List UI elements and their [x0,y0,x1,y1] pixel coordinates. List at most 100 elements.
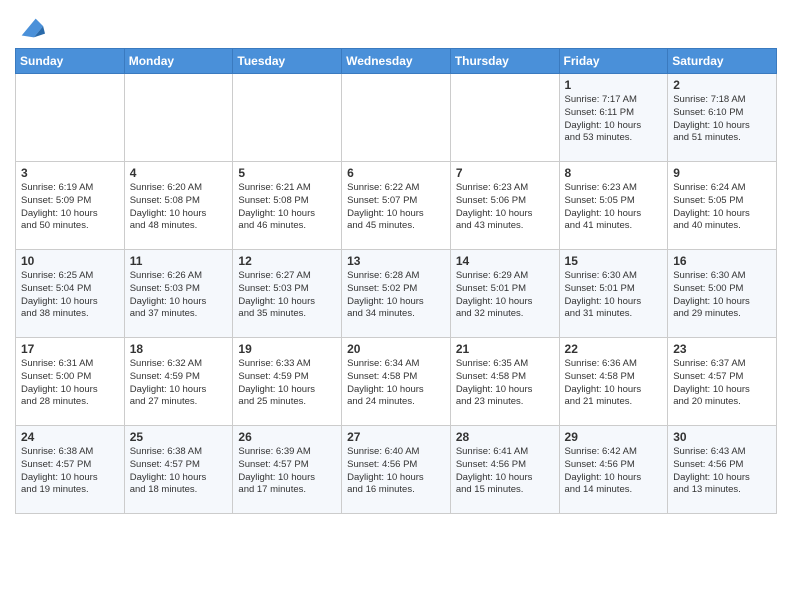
calendar-cell: 8 Sunrise: 6:23 AM Sunset: 5:05 PM Daylig… [559,162,668,250]
day-of-week-header: Saturday [668,49,777,74]
day-number: 9 [673,166,771,180]
day-of-week-header: Thursday [450,49,559,74]
day-info: Sunrise: 6:43 AM Sunset: 4:56 PM Dayligh… [673,446,771,497]
day-info: Sunrise: 6:28 AM Sunset: 5:02 PM Dayligh… [347,270,445,321]
day-info: Sunrise: 6:31 AM Sunset: 5:00 PM Dayligh… [21,358,119,409]
day-info: Sunrise: 6:19 AM Sunset: 5:09 PM Dayligh… [21,182,119,233]
calendar-week-row: 1 Sunrise: 7:17 AM Sunset: 6:11 PM Daylig… [16,74,777,162]
day-number: 15 [565,254,663,268]
calendar-cell: 20Sunrise: 6:34 AM Sunset: 4:58 PM Dayli… [342,338,451,426]
calendar-cell [124,74,233,162]
day-info: Sunrise: 6:23 AM Sunset: 5:06 PM Dayligh… [456,182,554,233]
day-number: 27 [347,430,445,444]
day-info: Sunrise: 6:34 AM Sunset: 4:58 PM Dayligh… [347,358,445,409]
calendar-cell: 28 Sunrise: 6:41 AM Sunset: 4:56 PM Dayli… [450,426,559,514]
calendar-week-row: 3 Sunrise: 6:19 AM Sunset: 5:09 PM Daylig… [16,162,777,250]
calendar-cell: 4Sunrise: 6:20 AM Sunset: 5:08 PM Daylig… [124,162,233,250]
calendar-cell: 18 Sunrise: 6:32 AM Sunset: 4:59 PM Dayli… [124,338,233,426]
day-number: 2 [673,78,771,92]
day-number: 14 [456,254,554,268]
day-number: 16 [673,254,771,268]
day-of-week-header: Sunday [16,49,125,74]
day-info: Sunrise: 7:17 AM Sunset: 6:11 PM Dayligh… [565,94,663,145]
calendar-cell: 5 Sunrise: 6:21 AM Sunset: 5:08 PM Daylig… [233,162,342,250]
calendar-cell: 27Sunrise: 6:40 AM Sunset: 4:56 PM Dayli… [342,426,451,514]
day-number: 4 [130,166,228,180]
day-number: 13 [347,254,445,268]
day-info: Sunrise: 6:29 AM Sunset: 5:01 PM Dayligh… [456,270,554,321]
day-of-week-header: Wednesday [342,49,451,74]
day-info: Sunrise: 6:41 AM Sunset: 4:56 PM Dayligh… [456,446,554,497]
day-info: Sunrise: 6:26 AM Sunset: 5:03 PM Dayligh… [130,270,228,321]
calendar-cell [16,74,125,162]
day-number: 22 [565,342,663,356]
day-number: 28 [456,430,554,444]
day-info: Sunrise: 6:25 AM Sunset: 5:04 PM Dayligh… [21,270,119,321]
calendar-cell: 7 Sunrise: 6:23 AM Sunset: 5:06 PM Daylig… [450,162,559,250]
day-info: Sunrise: 6:36 AM Sunset: 4:58 PM Dayligh… [565,358,663,409]
calendar-cell: 22 Sunrise: 6:36 AM Sunset: 4:58 PM Dayli… [559,338,668,426]
calendar-cell: 13 Sunrise: 6:28 AM Sunset: 5:02 PM Dayli… [342,250,451,338]
day-info: Sunrise: 6:33 AM Sunset: 4:59 PM Dayligh… [238,358,336,409]
day-info: Sunrise: 6:38 AM Sunset: 4:57 PM Dayligh… [21,446,119,497]
day-info: Sunrise: 6:22 AM Sunset: 5:07 PM Dayligh… [347,182,445,233]
calendar-header-row: SundayMondayTuesdayWednesdayThursdayFrid… [16,49,777,74]
day-info: Sunrise: 6:21 AM Sunset: 5:08 PM Dayligh… [238,182,336,233]
calendar-cell: 11 Sunrise: 6:26 AM Sunset: 5:03 PM Dayli… [124,250,233,338]
calendar-cell: 15 Sunrise: 6:30 AM Sunset: 5:01 PM Dayli… [559,250,668,338]
day-info: Sunrise: 6:35 AM Sunset: 4:58 PM Dayligh… [456,358,554,409]
calendar-cell: 3 Sunrise: 6:19 AM Sunset: 5:09 PM Daylig… [16,162,125,250]
day-of-week-header: Tuesday [233,49,342,74]
logo [15,14,45,42]
day-number: 7 [456,166,554,180]
day-number: 1 [565,78,663,92]
calendar-cell: 25 Sunrise: 6:38 AM Sunset: 4:57 PM Dayli… [124,426,233,514]
calendar-cell: 2 Sunrise: 7:18 AM Sunset: 6:10 PM Daylig… [668,74,777,162]
day-number: 5 [238,166,336,180]
calendar-cell: 21 Sunrise: 6:35 AM Sunset: 4:58 PM Dayli… [450,338,559,426]
calendar-cell: 17 Sunrise: 6:31 AM Sunset: 5:00 PM Dayli… [16,338,125,426]
day-of-week-header: Monday [124,49,233,74]
day-number: 25 [130,430,228,444]
calendar-cell: 6 Sunrise: 6:22 AM Sunset: 5:07 PM Daylig… [342,162,451,250]
day-number: 30 [673,430,771,444]
day-number: 11 [130,254,228,268]
day-number: 6 [347,166,445,180]
calendar-cell: 1 Sunrise: 7:17 AM Sunset: 6:11 PM Daylig… [559,74,668,162]
day-info: Sunrise: 6:42 AM Sunset: 4:56 PM Dayligh… [565,446,663,497]
calendar-cell: 19 Sunrise: 6:33 AM Sunset: 4:59 PM Dayli… [233,338,342,426]
page-header [15,10,777,42]
day-number: 29 [565,430,663,444]
calendar-cell: 14 Sunrise: 6:29 AM Sunset: 5:01 PM Dayli… [450,250,559,338]
calendar-cell [450,74,559,162]
day-info: Sunrise: 6:30 AM Sunset: 5:00 PM Dayligh… [673,270,771,321]
day-info: Sunrise: 6:23 AM Sunset: 5:05 PM Dayligh… [565,182,663,233]
calendar-cell [233,74,342,162]
calendar-cell [342,74,451,162]
day-number: 10 [21,254,119,268]
day-info: Sunrise: 6:37 AM Sunset: 4:57 PM Dayligh… [673,358,771,409]
day-info: Sunrise: 6:30 AM Sunset: 5:01 PM Dayligh… [565,270,663,321]
calendar-week-row: 10 Sunrise: 6:25 AM Sunset: 5:04 PM Dayli… [16,250,777,338]
day-number: 17 [21,342,119,356]
day-info: Sunrise: 6:32 AM Sunset: 4:59 PM Dayligh… [130,358,228,409]
day-info: Sunrise: 6:38 AM Sunset: 4:57 PM Dayligh… [130,446,228,497]
day-number: 8 [565,166,663,180]
calendar-cell: 9 Sunrise: 6:24 AM Sunset: 5:05 PM Daylig… [668,162,777,250]
page-container: SundayMondayTuesdayWednesdayThursdayFrid… [0,0,792,524]
day-info: Sunrise: 7:18 AM Sunset: 6:10 PM Dayligh… [673,94,771,145]
day-number: 18 [130,342,228,356]
calendar-cell: 12 Sunrise: 6:27 AM Sunset: 5:03 PM Dayli… [233,250,342,338]
calendar-week-row: 24 Sunrise: 6:38 AM Sunset: 4:57 PM Dayli… [16,426,777,514]
day-number: 21 [456,342,554,356]
calendar-cell: 26Sunrise: 6:39 AM Sunset: 4:57 PM Dayli… [233,426,342,514]
day-number: 23 [673,342,771,356]
day-info: Sunrise: 6:24 AM Sunset: 5:05 PM Dayligh… [673,182,771,233]
day-number: 24 [21,430,119,444]
calendar-cell: 29 Sunrise: 6:42 AM Sunset: 4:56 PM Dayli… [559,426,668,514]
day-number: 12 [238,254,336,268]
day-number: 3 [21,166,119,180]
calendar-cell: 30 Sunrise: 6:43 AM Sunset: 4:56 PM Dayli… [668,426,777,514]
day-number: 19 [238,342,336,356]
day-info: Sunrise: 6:27 AM Sunset: 5:03 PM Dayligh… [238,270,336,321]
